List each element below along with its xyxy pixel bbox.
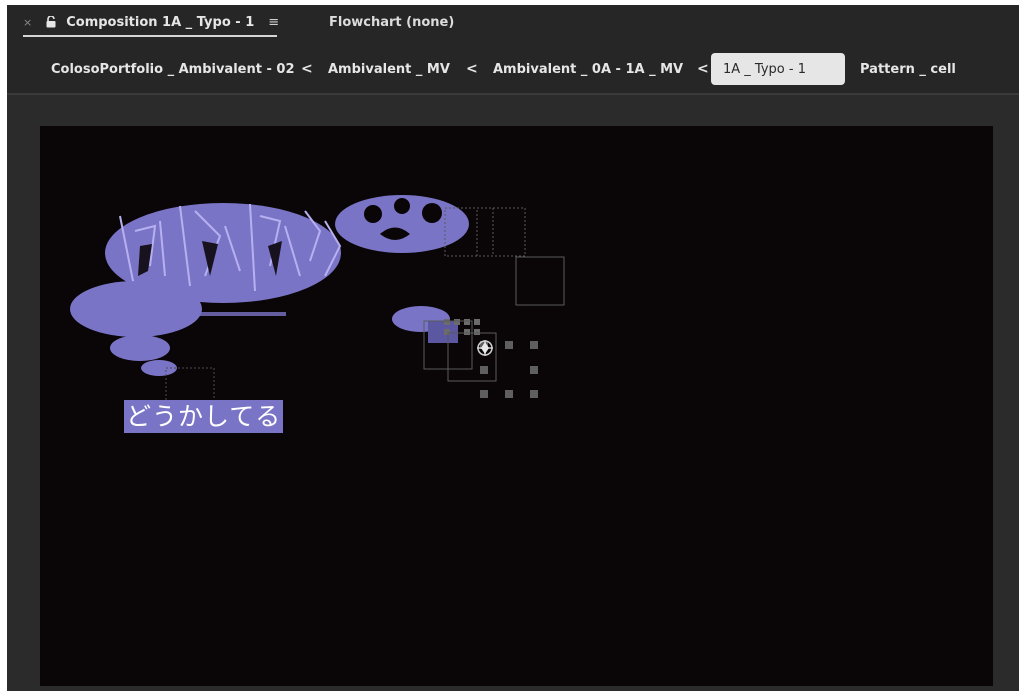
lock-open-icon[interactable] [46,16,56,28]
tab-flowchart[interactable]: Flowchart (none) [329,5,454,39]
handle-top-center[interactable] [505,341,513,349]
speech-bubble-layer[interactable] [70,281,202,376]
chevron-left-icon: < [697,61,709,77]
breadcrumb-item-coloso-portfolio[interactable]: ColosoPortfolio _ Ambivalent - 02 [51,53,295,85]
speech-bubble-medium [110,335,170,361]
handle-middle-left[interactable] [480,366,488,374]
breadcrumb-item-label: Ambivalent _ MV [328,61,450,77]
handle-bottom-left[interactable] [480,390,488,398]
chevron-left-icon: < [831,61,843,77]
tab-composition[interactable]: × Composition 1A _ Typo - 1 ≡ [23,5,285,39]
chevron-left-icon: < [301,61,313,77]
tab-composition-label: Composition 1A _ Typo - 1 [66,14,255,30]
handle-top-right[interactable] [530,341,538,349]
anchor-point-icon[interactable] [477,340,493,356]
breadcrumb-item-pattern-cell[interactable]: Pattern _ cell [860,53,956,85]
chevron-left-icon: < [466,61,478,77]
composition-canvas[interactable]: どうかしてる [40,126,993,686]
tab-flowchart-label: Flowchart (none) [329,14,455,30]
speech-bubble-large [70,281,202,337]
active-tab-underline [23,35,277,37]
breadcrumb-item-label: ColosoPortfolio _ Ambivalent - 02 [51,61,295,77]
breadcrumb-item-ambivalent-0a-1a-mv[interactable]: Ambivalent _ 0A - 1A _ MV [493,53,683,85]
handle-middle-right[interactable] [530,366,538,374]
logo-subtitle-text [200,312,286,316]
breadcrumb-item-label: 1A _ Typo - 1 [723,61,806,77]
handle-bottom-center[interactable] [505,390,513,398]
cloud-oval-layer[interactable] [335,195,469,253]
composition-panel: × Composition 1A _ Typo - 1 ≡ Flowchart … [7,5,1019,691]
handle-bottom-right[interactable] [530,390,538,398]
transform-handles[interactable] [480,341,538,398]
breadcrumb-item-ambivalent-mv[interactable]: Ambivalent _ MV [328,53,450,85]
breadcrumb-item-label: Pattern _ cell [860,61,956,77]
pattern-cell-fill [428,321,458,343]
close-icon[interactable]: × [23,16,32,29]
breadcrumb-item-label: Ambivalent _ 0A - 1A _ MV [493,61,684,77]
composition-navigator-breadcrumb: ColosoPortfolio _ Ambivalent - 02 < Ambi… [7,53,1019,87]
breadcrumb-item-1a-typo-1[interactable]: 1A _ Typo - 1 [711,53,845,85]
hamburger-menu-icon[interactable]: ≡ [268,15,279,30]
japanese-caption-text[interactable]: どうかしてる [124,400,284,433]
panel-tab-bar: × Composition 1A _ Typo - 1 ≡ Flowchart … [7,5,1019,43]
